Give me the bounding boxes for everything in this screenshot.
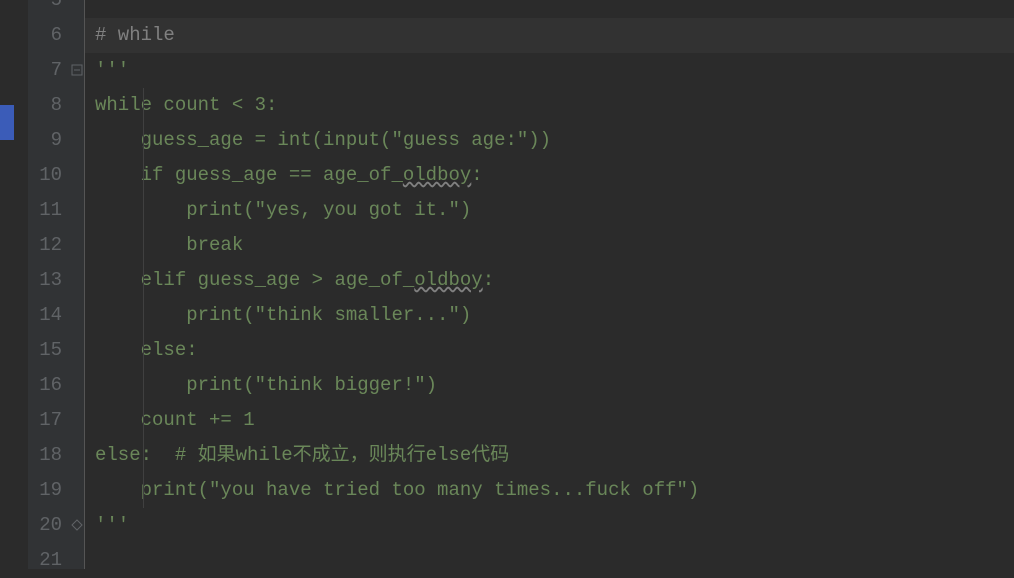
code-line[interactable]: count += 1: [85, 403, 1014, 438]
code-token: else:: [95, 339, 198, 361]
code-line[interactable]: print("think smaller..."): [85, 298, 1014, 333]
line-number: 14: [28, 298, 62, 333]
code-line[interactable]: else: # 如果while不成立，则执行else代码: [85, 438, 1014, 473]
line-number: 11: [28, 193, 62, 228]
line-number: 13: [28, 263, 62, 298]
code-line[interactable]: break: [85, 228, 1014, 263]
code-token: guess_age = int(input("guess age:")): [95, 129, 551, 151]
line-number: 12: [28, 228, 62, 263]
line-number: 16: [28, 368, 62, 403]
line-number: 17: [28, 403, 62, 438]
line-number-gutter: 56789101112131415161718192021: [28, 0, 70, 569]
fold-start-icon[interactable]: [70, 63, 84, 77]
line-number: 6: [28, 18, 62, 53]
code-line[interactable]: ''': [85, 508, 1014, 543]
code-token: print("you have tried too many times...f…: [95, 479, 699, 501]
code-line[interactable]: print("you have tried too many times...f…: [85, 473, 1014, 508]
fold-gutter: [70, 0, 84, 569]
code-line[interactable]: if guess_age == age_of_oldboy:: [85, 158, 1014, 193]
code-line[interactable]: elif guess_age > age_of_oldboy:: [85, 263, 1014, 298]
code-token: while count < 3:: [95, 94, 277, 116]
code-token: :: [471, 164, 482, 186]
code-line[interactable]: # while: [85, 18, 1014, 53]
line-number: 5: [28, 0, 62, 18]
code-line[interactable]: [85, 0, 1014, 18]
code-line[interactable]: print("think bigger!"): [85, 368, 1014, 403]
code-token: oldboy: [403, 164, 471, 186]
code-line[interactable]: ''': [85, 53, 1014, 88]
code-editor[interactable]: 56789101112131415161718192021 # while'''…: [0, 0, 1014, 569]
code-token: :: [483, 269, 494, 291]
code-token: oldboy: [414, 269, 482, 291]
code-line[interactable]: print("yes, you got it."): [85, 193, 1014, 228]
left-margin: [0, 0, 28, 569]
code-token: print("yes, you got it."): [95, 199, 471, 221]
code-line[interactable]: guess_age = int(input("guess age:")): [85, 123, 1014, 158]
line-number: 21: [28, 543, 62, 578]
line-number: 15: [28, 333, 62, 368]
code-token: print("think smaller..."): [95, 304, 471, 326]
code-line[interactable]: [85, 543, 1014, 578]
code-line[interactable]: while count < 3:: [85, 88, 1014, 123]
line-number: 19: [28, 473, 62, 508]
line-number: 9: [28, 123, 62, 158]
code-token: break: [95, 234, 243, 256]
code-token: # while: [95, 24, 175, 46]
code-token: print("think bigger!"): [95, 374, 437, 396]
line-number: 8: [28, 88, 62, 123]
breakpoint-indicator: [0, 105, 14, 140]
code-area[interactable]: # while ''' while count < 3: guess_age = i…: [85, 0, 1014, 569]
code-token: if guess_age == age_of_: [95, 164, 403, 186]
line-number: 7: [28, 53, 62, 88]
code-token: ''': [95, 514, 129, 536]
line-number: 20: [28, 508, 62, 543]
fold-end-icon[interactable]: [70, 518, 84, 532]
code-token: count += 1: [95, 409, 255, 431]
code-token: else: # 如果while不成立，则执行else代码: [95, 444, 509, 466]
code-token: ''': [95, 59, 129, 81]
line-number: 10: [28, 158, 62, 193]
code-line[interactable]: else:: [85, 333, 1014, 368]
line-number: 18: [28, 438, 62, 473]
